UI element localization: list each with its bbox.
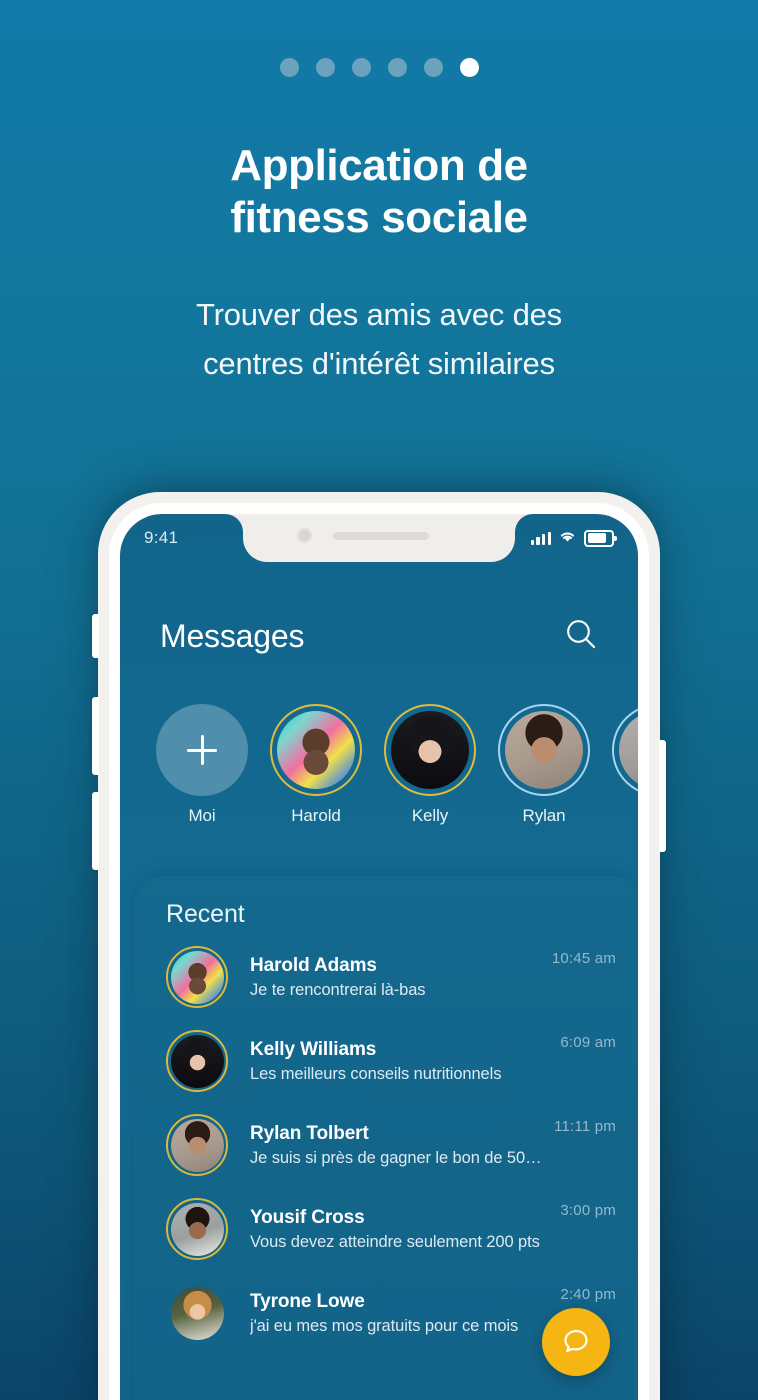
story-ring	[270, 704, 362, 796]
volume-down-button[interactable]	[92, 792, 99, 870]
page-subtitle: Trouver des amis avec des centres d'inté…	[195, 296, 562, 382]
message-timestamp: 3:00 pm	[560, 1202, 616, 1219]
story-item-na[interactable]: Na	[612, 704, 638, 826]
message-preview-text: j'ai eu mes mos gratuits pour ce mois	[250, 1316, 519, 1335]
message-preview-text: Je suis si près de gagner le bon de 500 …	[250, 1148, 543, 1167]
page-title: Application de fitness sociale	[230, 141, 528, 242]
message-sender-name: Yousif Cross	[250, 1206, 365, 1228]
phone-screen: 9:41 Messages Moi Harold Kelly Rylan Rec…	[120, 514, 638, 1400]
avatar	[505, 711, 583, 789]
status-time: 9:41	[144, 528, 179, 547]
message-sender-name: Kelly Williams	[250, 1038, 377, 1060]
onboarding-screen: Application de fitness sociale Trouver d…	[0, 0, 758, 1400]
plus-icon	[187, 735, 217, 765]
story-label: Harold	[291, 806, 341, 825]
avatar-image	[619, 711, 638, 789]
message-list-item[interactable]: Rylan Tolbert Je suis si près de gagner l…	[134, 1103, 638, 1187]
message-sender-name: Tyrone Lowe	[250, 1290, 365, 1312]
chat-bubble-icon	[564, 1329, 588, 1353]
story-label: Moi	[188, 806, 216, 825]
avatar-image	[505, 711, 583, 789]
pagination-dot-1[interactable]	[279, 58, 299, 77]
message-sender-name: Rylan Tolbert	[250, 1122, 369, 1144]
message-text-block: Yousif Cross Vous devez atteindre seuleme…	[250, 1207, 548, 1252]
headline-block: Application de fitness sociale Trouver d…	[0, 140, 758, 389]
message-timestamp: 2:40 pm	[560, 1286, 616, 1303]
cellular-signal-icon	[530, 531, 551, 545]
volume-up-button[interactable]	[92, 697, 99, 775]
status-icons	[530, 528, 617, 548]
avatar-image	[170, 950, 224, 1004]
message-list-item[interactable]: Yousif Cross Vous devez atteindre seuleme…	[134, 1187, 638, 1271]
message-preview-text: Vous devez atteindre seulement 200 pts	[250, 1232, 540, 1251]
avatar-image	[170, 1202, 224, 1256]
message-sender-name: Harold Adams	[250, 954, 377, 976]
avatar	[619, 711, 638, 789]
avatar-image	[277, 711, 355, 789]
avatar	[170, 1034, 224, 1088]
story-label: Rylan	[522, 806, 566, 825]
message-timestamp: 6:09 am	[560, 1034, 616, 1051]
avatar-ring	[166, 1198, 228, 1260]
pagination-dot-3[interactable]	[351, 58, 371, 77]
message-text-block: Harold Adams Je te rencontrerai là-bas	[250, 955, 540, 1000]
pagination-dot-4[interactable]	[387, 58, 407, 77]
phone-notch	[243, 514, 515, 562]
avatar-ring	[166, 1030, 228, 1092]
avatar-ring	[166, 946, 228, 1008]
silent-switch-button[interactable]	[92, 614, 99, 658]
avatar	[391, 711, 469, 789]
wifi-icon	[559, 528, 576, 548]
avatar-ring	[166, 1114, 228, 1176]
message-list-item[interactable]: Harold Adams Je te rencontrerai là-bas 10:…	[134, 935, 638, 1019]
story-item-moi[interactable]: Moi	[156, 704, 248, 826]
earpiece-speaker	[333, 532, 429, 540]
story-ring	[612, 704, 638, 796]
phone-mockup: 9:41 Messages Moi Harold Kelly Rylan Rec…	[92, 492, 666, 1400]
message-list[interactable]: Harold Adams Je te rencontrerai là-bas 10:…	[134, 935, 638, 1355]
avatar-image	[170, 1286, 224, 1340]
stories-row[interactable]: Moi Harold Kelly Rylan Na	[120, 704, 638, 826]
story-ring	[384, 704, 476, 796]
avatar-image	[391, 711, 469, 789]
story-item-kelly[interactable]: Kelly	[384, 704, 476, 826]
front-camera-icon	[297, 528, 312, 543]
avatar-image	[170, 1118, 224, 1172]
search-icon[interactable]	[564, 617, 598, 656]
message-preview-text: Je te rencontrerai là-bas	[250, 980, 426, 999]
story-item-rylan[interactable]: Rylan	[498, 704, 590, 826]
pagination-dots	[0, 58, 758, 77]
story-label: Kelly	[411, 806, 449, 825]
pagination-dot-5[interactable]	[423, 58, 443, 77]
avatar	[277, 711, 355, 789]
message-text-block: Tyrone Lowe j'ai eu mes mos gratuits pour…	[250, 1291, 548, 1336]
power-button[interactable]	[659, 740, 666, 852]
message-timestamp: 11:11 pm	[554, 1118, 616, 1135]
message-timestamp: 10:45 am	[551, 950, 616, 967]
message-text-block: Rylan Tolbert Je suis si près de gagner l…	[250, 1123, 542, 1168]
pagination-dot-6[interactable]	[459, 58, 479, 77]
avatar	[170, 950, 224, 1004]
avatar-ring	[166, 1282, 228, 1344]
avatar-image	[170, 1034, 224, 1088]
notch-corner-left	[225, 514, 243, 532]
app-screen-title: Messages	[160, 617, 305, 654]
avatar	[170, 1202, 224, 1256]
add-story-button[interactable]	[156, 704, 248, 796]
story-ring	[498, 704, 590, 796]
message-list-item[interactable]: Kelly Williams Les meilleurs conseils nut…	[134, 1019, 638, 1103]
message-preview-text: Les meilleurs conseils nutritionnels	[250, 1064, 502, 1083]
avatar	[170, 1118, 224, 1172]
story-item-harold[interactable]: Harold	[270, 704, 362, 826]
recent-section-title: Recent	[166, 900, 245, 928]
story-label: Na	[612, 806, 638, 826]
message-text-block: Kelly Williams Les meilleurs conseils nut…	[250, 1039, 548, 1084]
battery-icon	[584, 529, 617, 547]
app-header: Messages	[120, 604, 638, 668]
new-message-fab-button[interactable]	[542, 1308, 610, 1376]
notch-corner-right	[515, 514, 533, 532]
pagination-dot-2[interactable]	[315, 58, 335, 77]
avatar	[170, 1286, 224, 1340]
